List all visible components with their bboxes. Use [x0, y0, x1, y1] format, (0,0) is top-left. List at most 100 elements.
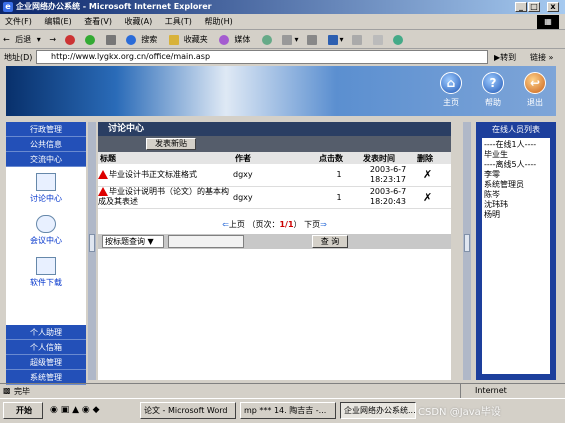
home-button[interactable] [103, 31, 121, 49]
home-nav-button[interactable]: ⌂ 主页 [434, 72, 468, 108]
print-button[interactable] [304, 31, 322, 49]
prev-page-link[interactable]: 上页 [229, 220, 245, 229]
search-type-select[interactable]: 按标题查询 ▼ [102, 235, 164, 248]
go-label: 转到 [500, 53, 517, 62]
list-item[interactable]: 系统管理员 [484, 180, 548, 190]
messenger-icon [393, 34, 404, 45]
post-clicks: 1 [317, 164, 361, 187]
history-button[interactable] [259, 31, 277, 49]
forward-button[interactable]: → [46, 31, 59, 49]
discussion-center-label: 讨论中心 [30, 194, 62, 203]
sidebar-item-personal-assistant[interactable]: 个人助理 [6, 325, 86, 340]
post-author: dgxy [233, 164, 317, 187]
stop-button[interactable] [62, 31, 80, 49]
menu-view[interactable]: 查看(V) [79, 14, 117, 30]
sidebar-item-super-admin[interactable]: 超级管理 [6, 355, 86, 370]
favorites-button[interactable]: 收藏夹 [166, 31, 214, 49]
maximize-button[interactable]: □ [528, 2, 540, 12]
discuss-button[interactable] [370, 31, 388, 49]
sidebar-item-personal-mail[interactable]: 个人信箱 [6, 340, 86, 355]
list-item[interactable]: 毕业生 [484, 150, 548, 160]
refresh-button[interactable] [82, 31, 100, 49]
sidebar-item-public-info[interactable]: 公共信息 [6, 137, 86, 152]
search-button[interactable]: 搜索 [123, 31, 163, 49]
warning-icon [98, 170, 108, 180]
page-done-icon: ▩ [3, 386, 11, 395]
post-title-cell[interactable]: 毕业设计说明书（论文）的基本构成及其表述 [98, 186, 233, 209]
browser-toolbar: ← 后退 ▾ → 搜索 收藏夹 媒体 ▾ ▾ [0, 31, 565, 49]
window-title-bar: e 企业网络办公系统 - Microsoft Internet Explorer… [0, 0, 565, 14]
task-media-player[interactable]: mp *** 14. 陶吉吉 -... [240, 402, 336, 419]
list-item[interactable]: 陈岑 [484, 190, 548, 200]
word-icon [327, 34, 338, 45]
software-download-link[interactable]: 软件下载 [6, 257, 86, 288]
refresh-icon [85, 34, 96, 45]
right-splitter-grip[interactable] [464, 234, 470, 252]
pages-label: （页次： [247, 220, 280, 229]
post-time: 18:23:17 [370, 174, 406, 184]
menu-file[interactable]: 文件(F) [0, 14, 37, 30]
delete-icon[interactable]: ✗ [415, 186, 451, 209]
menu-edit[interactable]: 编辑(E) [39, 14, 76, 30]
online-users-title: 在线人员列表 [492, 125, 540, 134]
left-splitter-grip[interactable] [89, 234, 95, 252]
next-page-link[interactable]: 下页 [304, 220, 320, 229]
ie-icon: e [3, 2, 13, 12]
meeting-center-link[interactable]: 会议中心 [6, 215, 86, 246]
list-item[interactable]: 杨明 [484, 210, 548, 220]
links-label: 链接 [530, 53, 546, 62]
edit-button[interactable] [349, 31, 367, 49]
go-button[interactable]: ▶转到 [494, 52, 516, 63]
sidebar-item-exchange-center[interactable]: 交流中心 [6, 152, 86, 167]
column-clicks: 点击数 [317, 152, 361, 164]
messenger-button[interactable] [390, 31, 408, 49]
links-button[interactable]: 链接 » [530, 52, 553, 63]
media-button[interactable]: 媒体 [216, 31, 256, 49]
online-users-list: ----在线1人---- 毕业生 ----离线5人---- 李零 系统管理员 陈… [482, 138, 550, 374]
minimize-button[interactable]: _ [515, 2, 527, 12]
close-button[interactable]: x [547, 2, 559, 12]
help-nav-button[interactable]: ? 帮助 [476, 72, 510, 108]
start-button[interactable]: 开始 [3, 402, 43, 419]
task-office-system[interactable]: 企业网络办公系统... [340, 402, 416, 419]
search-input[interactable] [168, 235, 244, 248]
back-button[interactable]: ← 后退 ▾ [0, 31, 44, 49]
list-item[interactable]: 李零 [484, 170, 548, 180]
pagination: ⇐上页 （页次：1/1） 下页⇒ [98, 219, 451, 230]
column-author: 作者 [233, 152, 317, 164]
address-input[interactable]: http://www.lygkx.org.cn/office/main.asp [36, 50, 488, 64]
left-splitter[interactable] [88, 122, 96, 380]
warning-icon [98, 187, 108, 196]
exit-nav-button[interactable]: ↩ 退出 [518, 72, 552, 108]
post-title[interactable]: 毕业设计书正文标准格式 [109, 170, 197, 179]
menu-help[interactable]: 帮助(H) [199, 14, 237, 30]
menu-favorites[interactable]: 收藏(A) [120, 14, 158, 30]
post-clicks: 1 [317, 186, 361, 209]
menu-tools[interactable]: 工具(T) [160, 14, 197, 30]
list-item[interactable]: 沈玮玮 [484, 200, 548, 210]
post-date: 2003-6-7 [369, 164, 407, 174]
post-title-cell[interactable]: 毕业设计书正文标准格式 [98, 164, 233, 187]
discussion-toolbar: 发表新贴 [98, 136, 451, 152]
quick-launch-icons[interactable]: ◉ ▣ ▲ ◉ ◆ [50, 405, 100, 415]
delete-icon[interactable]: ✗ [415, 164, 451, 187]
watermark: CSDN @Java毕设 [418, 407, 501, 418]
mail-button[interactable]: ▾ [279, 31, 301, 49]
post-title[interactable]: 毕业设计说明书（论文）的基本构成及其表述 [98, 187, 229, 206]
post-datetime: 2003-6-7 18:23:17 [361, 164, 415, 187]
word-button[interactable]: ▾ [325, 31, 347, 49]
next-arrow-icon: ⇒ [320, 220, 327, 229]
search-submit-button[interactable]: 查 询 [312, 235, 348, 248]
sidebar-item-admin[interactable]: 行政管理 [6, 122, 86, 137]
discussion-center-link[interactable]: 讨论中心 [6, 173, 86, 204]
media-label: 媒体 [234, 35, 251, 44]
media-icon [219, 34, 230, 45]
meeting-center-label: 会议中心 [30, 236, 62, 245]
task-word[interactable]: 论文 - Microsoft Word [140, 402, 236, 419]
print-icon [307, 34, 317, 45]
status-bar: ▩ 完毕 Internet [0, 383, 565, 398]
right-splitter[interactable] [463, 122, 471, 380]
page-title: 讨论中心 [98, 122, 451, 136]
new-post-button[interactable]: 发表新贴 [146, 138, 196, 150]
table-row: 毕业设计书正文标准格式 dgxy 1 2003-6-7 18:23:17 ✗ [98, 164, 451, 187]
